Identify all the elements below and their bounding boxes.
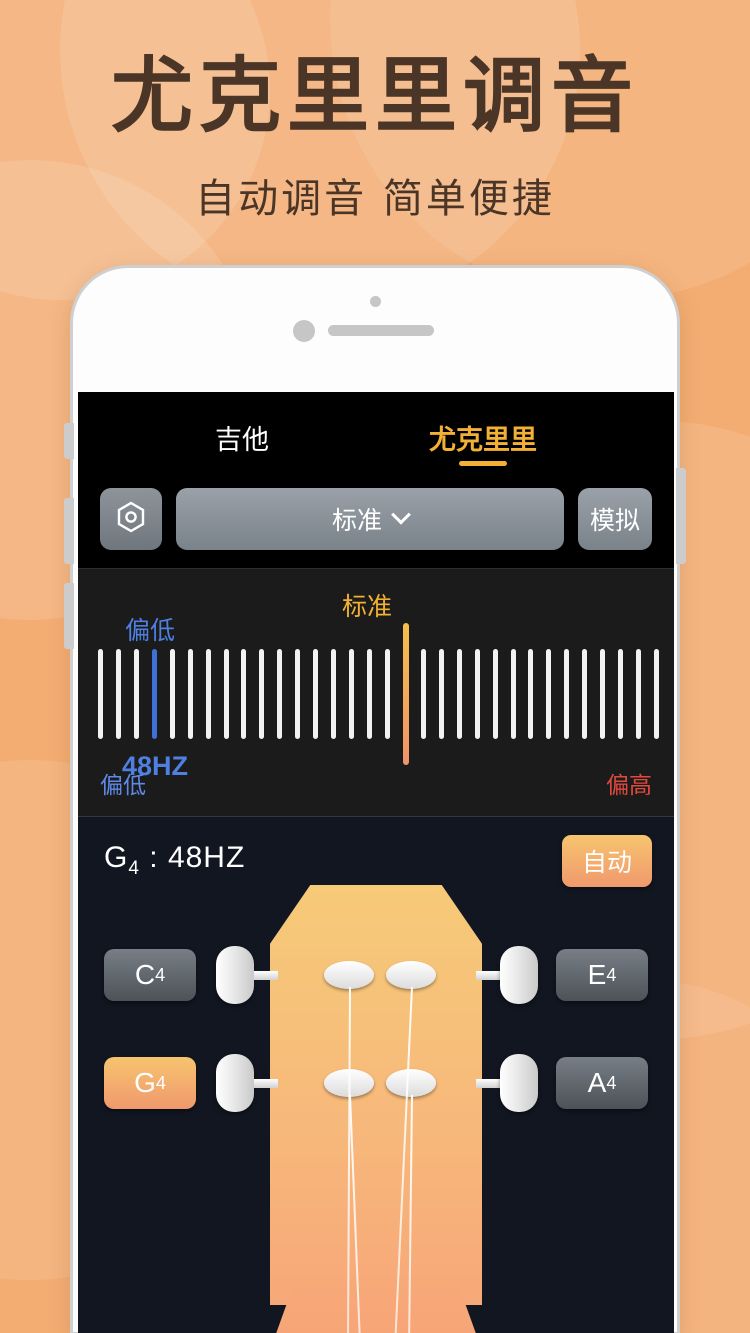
auto-mode-button[interactable]: 自动 bbox=[561, 835, 652, 887]
meter-tick bbox=[187, 649, 193, 739]
string-button-c4[interactable]: C4 bbox=[104, 949, 196, 1001]
page-title: 尤克里里调音 bbox=[110, 49, 639, 144]
peg-knob bbox=[500, 946, 538, 1004]
current-frequency: 48HZ bbox=[167, 841, 246, 874]
meter-tick bbox=[528, 649, 534, 739]
meter-tick bbox=[259, 649, 265, 739]
meter-tick bbox=[169, 649, 175, 739]
meter-tick bbox=[277, 649, 283, 739]
tuning-peg[interactable] bbox=[476, 1054, 538, 1112]
meter-tick bbox=[474, 649, 480, 739]
meter-standard-label: 标准 bbox=[342, 593, 393, 621]
meter-tick bbox=[384, 649, 390, 739]
app-topbar: 吉他 尤克里里 标准 模拟 bbox=[78, 392, 674, 568]
tuner-board: G4 : 48HZ 自动 C4G4E4A4 bbox=[78, 816, 674, 1333]
phone-volume-up-button bbox=[64, 498, 74, 564]
camera-icon bbox=[370, 296, 381, 307]
meter-tick bbox=[98, 649, 103, 739]
meter-tick bbox=[205, 649, 211, 739]
phone-power-button bbox=[676, 468, 686, 564]
tuning-meter: 偏低 标准 48HZ 偏低 偏高 bbox=[78, 568, 674, 816]
current-note: G bbox=[104, 841, 129, 874]
meter-active-tick bbox=[151, 649, 157, 739]
meter-flat-label: 偏低 bbox=[100, 772, 146, 798]
peg-stem bbox=[476, 1078, 500, 1088]
meter-tick bbox=[349, 649, 355, 739]
meter-tick bbox=[654, 649, 659, 739]
meter-tick bbox=[133, 649, 139, 739]
current-note-readout: G4 : 48HZ bbox=[104, 841, 245, 880]
tab-ukulele[interactable]: 尤克里里 bbox=[429, 418, 537, 466]
string-note: C bbox=[134, 959, 156, 990]
earpiece-speaker bbox=[328, 325, 434, 336]
tab-guitar[interactable]: 吉他 bbox=[215, 418, 269, 466]
simulate-button[interactable]: 模拟 bbox=[578, 488, 652, 550]
meter-tick bbox=[492, 649, 498, 739]
meter-tick bbox=[438, 649, 444, 739]
string-button-g4[interactable]: G4 bbox=[104, 1057, 196, 1109]
meter-tick bbox=[456, 649, 462, 739]
string-post bbox=[386, 1069, 436, 1097]
meter-sharp-label: 偏高 bbox=[606, 772, 652, 798]
hexagon-nut-icon bbox=[113, 499, 149, 540]
string-octave: 4 bbox=[606, 1072, 617, 1093]
meter-tick bbox=[241, 649, 247, 739]
meter-tick bbox=[636, 649, 642, 739]
string-post bbox=[386, 961, 436, 989]
string-note: A bbox=[587, 1067, 607, 1098]
phone-mute-switch bbox=[64, 423, 74, 459]
string-octave: 4 bbox=[606, 964, 617, 985]
chevron-down-icon bbox=[391, 504, 411, 525]
meter-center-tick bbox=[402, 623, 409, 765]
meter-tick bbox=[223, 649, 229, 739]
string-octave: 4 bbox=[155, 1072, 166, 1093]
instrument-tabs: 吉他 尤克里里 bbox=[78, 404, 674, 472]
string-note: G bbox=[134, 1067, 156, 1098]
meter-tick bbox=[367, 649, 373, 739]
peg-stem bbox=[254, 970, 278, 980]
meter-tick bbox=[331, 649, 337, 739]
string-post bbox=[324, 961, 374, 989]
phone-mockup: 吉他 尤克里里 标准 模拟 偏低 标准 48HZ 偏低 偏高 G4: 48HZ… bbox=[64, 265, 686, 1333]
string-note: E bbox=[587, 959, 607, 990]
tuning-peg[interactable] bbox=[216, 946, 278, 1004]
note-separator: : bbox=[139, 841, 168, 874]
peg-stem bbox=[254, 1078, 278, 1088]
meter-tick bbox=[313, 649, 319, 739]
phone-body: 吉他 尤克里里 标准 模拟 偏低 标准 48HZ 偏低 偏高 G4: 48HZ… bbox=[64, 265, 686, 1333]
string-button-e4[interactable]: E4 bbox=[556, 949, 648, 1001]
meter-tick bbox=[600, 649, 606, 739]
app-screen: 吉他 尤克里里 标准 模拟 偏低 标准 48HZ 偏低 偏高 G4: 48HZ… bbox=[78, 392, 674, 1333]
meter-tick bbox=[582, 649, 588, 739]
meter-tick bbox=[564, 649, 570, 739]
string-button-a4[interactable]: A4 bbox=[556, 1057, 648, 1109]
meter-tick bbox=[618, 649, 624, 739]
tuning-peg[interactable] bbox=[476, 946, 538, 1004]
meter-tick bbox=[420, 649, 426, 739]
string-octave: 4 bbox=[155, 964, 166, 985]
sensor-icon bbox=[293, 320, 315, 342]
meter-tick bbox=[115, 649, 121, 739]
peg-knob bbox=[216, 1054, 254, 1112]
tuning-peg[interactable] bbox=[216, 1054, 278, 1112]
settings-button[interactable] bbox=[100, 488, 162, 550]
peg-stem bbox=[476, 970, 500, 980]
peg-knob bbox=[500, 1054, 538, 1112]
page-subtitle: 自动调音 简单便捷 bbox=[195, 176, 555, 223]
tuning-preset-label: 标准 bbox=[331, 507, 382, 535]
current-octave: 4 bbox=[128, 858, 140, 879]
meter-tick bbox=[510, 649, 516, 739]
meter-tick-scale bbox=[78, 623, 674, 765]
meter-tick bbox=[546, 649, 552, 739]
meter-tick bbox=[295, 649, 301, 739]
meter-flat-marker-label: 偏低 bbox=[125, 617, 176, 645]
headstock-graphic bbox=[270, 885, 482, 1305]
peg-knob bbox=[216, 946, 254, 1004]
tuning-preset-dropdown[interactable]: 标准 bbox=[176, 488, 564, 550]
control-row: 标准 模拟 bbox=[78, 472, 674, 550]
phone-volume-down-button bbox=[64, 583, 74, 649]
hero-section: 尤克里里调音 自动调音 简单便捷 bbox=[0, 0, 750, 224]
